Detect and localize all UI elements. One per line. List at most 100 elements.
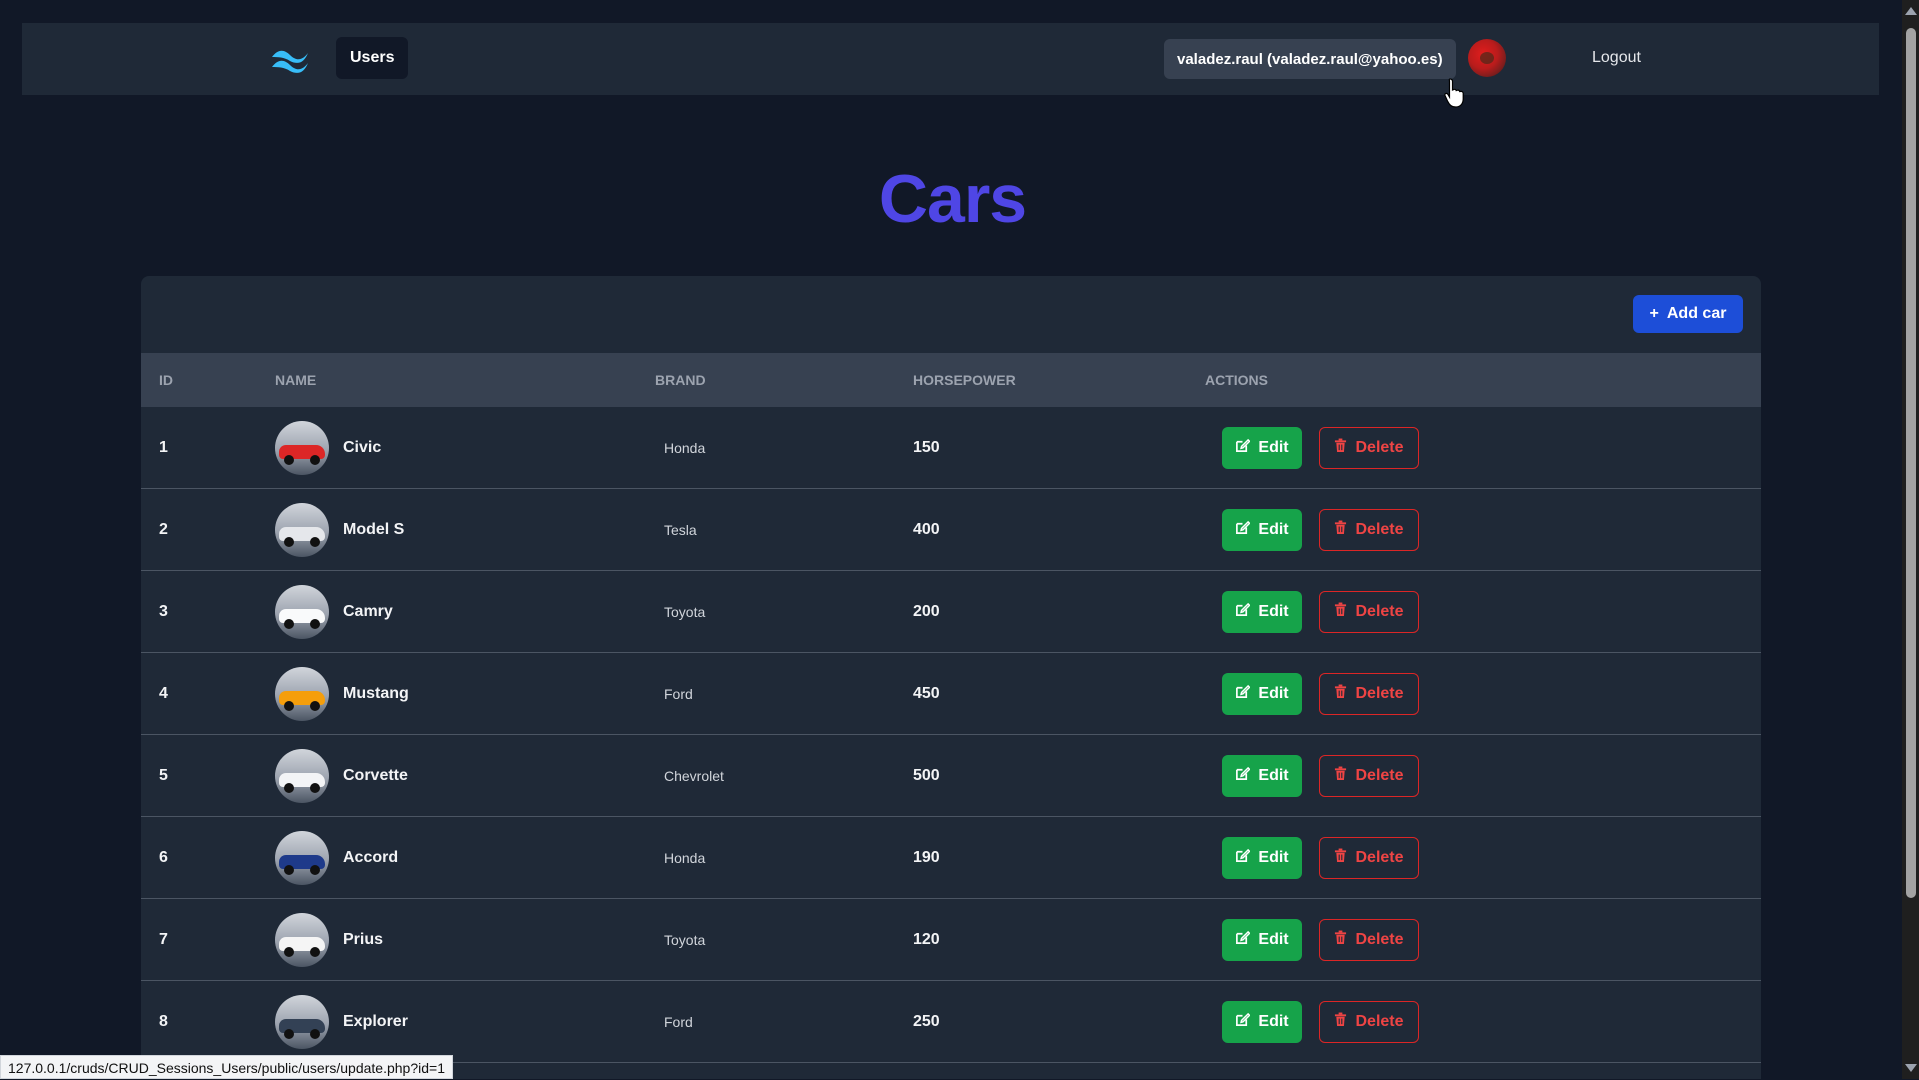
- row-horsepower: 250: [913, 1012, 940, 1030]
- row-id: 8: [159, 1012, 168, 1030]
- delete-label: Delete: [1355, 438, 1404, 456]
- table-row: 8 Explorer Ford 250 Edit Delete: [141, 981, 1761, 1063]
- row-name-cell: Prius: [275, 899, 383, 980]
- add-car-button[interactable]: + Add car: [1633, 295, 1743, 333]
- row-name: Explorer: [343, 1012, 408, 1030]
- hand-cursor-icon: [1444, 78, 1464, 108]
- car-thumbnail: [275, 666, 329, 721]
- delete-label: Delete: [1355, 602, 1404, 620]
- edit-button[interactable]: Edit: [1222, 754, 1302, 797]
- row-horsepower: 120: [913, 930, 940, 948]
- avatar[interactable]: [1468, 39, 1506, 77]
- delete-label: Delete: [1355, 848, 1404, 866]
- col-header-name: NAME: [275, 372, 317, 388]
- trash-icon: [1334, 684, 1347, 704]
- col-header-id: ID: [159, 372, 173, 388]
- scroll-down-arrow-icon[interactable]: [1905, 1064, 1917, 1072]
- nav-users-link[interactable]: Users: [336, 37, 409, 79]
- edit-icon: [1235, 766, 1251, 786]
- row-id: 5: [159, 766, 168, 784]
- current-user-chip[interactable]: valadez.raul (valadez.raul@yahoo.es): [1164, 39, 1456, 79]
- cars-table-card: + Add car ID NAME BRAND HORSEPOWER ACTIO…: [141, 276, 1761, 1079]
- car-thumbnail: [275, 912, 329, 967]
- row-name-cell: Mustang: [275, 653, 409, 734]
- row-name-cell: Accord: [275, 817, 398, 898]
- row-brand: Ford: [664, 1013, 693, 1030]
- navbar: Users valadez.raul (valadez.raul@yahoo.e…: [22, 23, 1879, 95]
- row-id: 6: [159, 848, 168, 866]
- edit-button[interactable]: Edit: [1222, 1000, 1302, 1043]
- delete-button[interactable]: Delete: [1319, 1000, 1419, 1043]
- row-brand: Ford: [664, 685, 693, 702]
- trash-icon: [1334, 930, 1347, 950]
- row-name-cell: Model S: [275, 489, 404, 570]
- row-id: 2: [159, 520, 168, 538]
- trash-icon: [1334, 602, 1347, 622]
- row-name-cell: Corvette: [275, 735, 408, 816]
- logout-link[interactable]: Logout: [1592, 49, 1641, 67]
- row-horsepower: 400: [913, 520, 940, 538]
- row-brand: Honda: [664, 849, 706, 866]
- edit-label: Edit: [1258, 520, 1289, 538]
- edit-button[interactable]: Edit: [1222, 426, 1302, 469]
- trash-icon: [1334, 766, 1347, 786]
- scroll-up-arrow-icon[interactable]: [1905, 7, 1917, 15]
- trash-icon: [1334, 438, 1347, 458]
- row-horsepower: 200: [913, 602, 940, 620]
- row-horsepower: 150: [913, 438, 940, 456]
- edit-icon: [1235, 1012, 1251, 1032]
- row-name: Corvette: [343, 766, 408, 784]
- row-actions: Edit Delete: [1222, 817, 1419, 898]
- delete-button[interactable]: Delete: [1319, 836, 1419, 879]
- delete-button[interactable]: Delete: [1319, 590, 1419, 633]
- edit-button[interactable]: Edit: [1222, 836, 1302, 879]
- row-brand: Honda: [664, 439, 706, 456]
- scrollbar-thumb[interactable]: [1906, 28, 1916, 898]
- col-header-actions: ACTIONS: [1205, 372, 1268, 388]
- row-id: 1: [159, 438, 168, 456]
- row-name: Accord: [343, 848, 399, 866]
- row-name-cell: Explorer: [275, 981, 408, 1062]
- plus-icon: +: [1649, 305, 1659, 322]
- delete-button[interactable]: Delete: [1319, 426, 1419, 469]
- add-car-label: Add car: [1666, 305, 1727, 322]
- edit-icon: [1235, 520, 1251, 540]
- edit-icon: [1235, 848, 1251, 868]
- car-thumbnail: [275, 420, 329, 475]
- delete-label: Delete: [1355, 520, 1404, 538]
- delete-button[interactable]: Delete: [1319, 918, 1419, 961]
- car-thumbnail: [275, 748, 329, 803]
- row-brand: Toyota: [664, 931, 706, 948]
- edit-icon: [1235, 438, 1251, 458]
- row-actions: Edit Delete: [1222, 407, 1419, 488]
- tailwind-logo-icon[interactable]: [268, 45, 312, 73]
- row-actions: Edit Delete: [1222, 899, 1419, 980]
- car-thumbnail: [275, 830, 329, 885]
- row-actions: Edit Delete: [1222, 571, 1419, 652]
- row-brand: Toyota: [664, 603, 706, 620]
- edit-button[interactable]: Edit: [1222, 508, 1302, 551]
- table-row: 4 Mustang Ford 450 Edit Delete: [141, 653, 1761, 735]
- row-actions: Edit Delete: [1222, 981, 1419, 1062]
- edit-button[interactable]: Edit: [1222, 672, 1302, 715]
- edit-label: Edit: [1258, 602, 1289, 620]
- row-id: 4: [159, 684, 168, 702]
- delete-button[interactable]: Delete: [1319, 508, 1419, 551]
- delete-button[interactable]: Delete: [1319, 672, 1419, 715]
- status-bar-url: 127.0.0.1/cruds/CRUD_Sessions_Users/publ…: [0, 1055, 453, 1079]
- vertical-scrollbar[interactable]: [1902, 0, 1919, 1079]
- row-horsepower: 500: [913, 766, 940, 784]
- row-name: Prius: [343, 930, 384, 948]
- edit-button[interactable]: Edit: [1222, 590, 1302, 633]
- table-row: 2 Model S Tesla 400 Edit Delete: [141, 489, 1761, 571]
- table-row: 1 Civic Honda 150 Edit Delete: [141, 407, 1761, 489]
- row-horsepower: 190: [913, 848, 940, 866]
- row-id: 7: [159, 930, 168, 948]
- delete-button[interactable]: Delete: [1319, 754, 1419, 797]
- edit-button[interactable]: Edit: [1222, 918, 1302, 961]
- table-row: 7 Prius Toyota 120 Edit Delete: [141, 899, 1761, 981]
- edit-label: Edit: [1258, 438, 1289, 456]
- table-row: 6 Accord Honda 190 Edit Delete: [141, 817, 1761, 899]
- col-header-horsepower: HORSEPOWER: [913, 372, 1016, 388]
- delete-label: Delete: [1355, 1012, 1404, 1030]
